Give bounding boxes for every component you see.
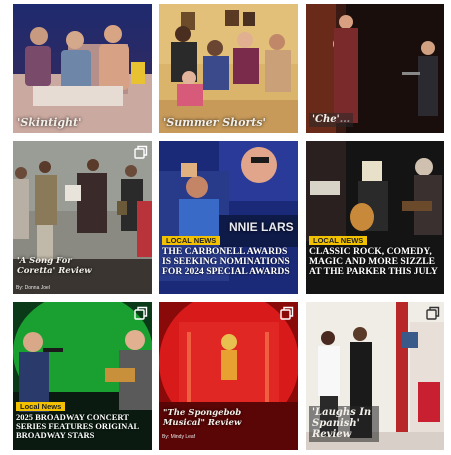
post-image-summer-shorts [159,4,298,133]
post-tile-che[interactable]: 'Che'... [306,4,444,133]
post-caption: 'Laughs In Spanish' Review [309,406,379,442]
post-tile-laughs-in-spanish[interactable]: 'Laughs In Spanish' Review [306,302,444,450]
post-image-skintight [13,4,152,133]
post-tile-broadway-concert[interactable]: Local News 2025 BROADWAY CONCERT SERIES … [13,302,152,450]
post-byline: By: Mindy Leaf [162,434,196,440]
local-news-badge: LOCAL NEWS [309,236,368,245]
post-tile-classic-rock[interactable]: LOCAL NEWS CLASSIC ROCK, COMEDY, MAGIC A… [306,141,444,294]
post-bg-text: NNIE LARS [229,220,294,234]
post-byline: By: Donna Joel [16,285,50,291]
post-caption: 'A Song For Coretta' Review [17,256,92,276]
local-news-badge: Local News [16,402,66,411]
multiple-images-icon [280,306,294,320]
post-tile-carbonell-awards[interactable]: NNIE LARS LOCAL NEWS THE CARBONELL AWARD… [159,141,298,294]
post-caption-title: 'Che' [312,114,340,125]
multiple-images-icon [134,306,148,320]
multiple-images-icon [426,306,440,320]
post-tile-spongebob-musical[interactable]: "The Spongebob Musical" Review By: Mindy… [159,302,298,450]
post-headline: THE CARBONELL AWARDS IS SEEKING NOMINATI… [162,246,290,277]
post-caption-suffix: ... [339,114,351,125]
local-news-badge: LOCAL NEWS [162,236,221,245]
post-caption: 'Summer Shorts' [163,116,266,129]
post-caption: "The Spongebob Musical" Review [163,408,242,428]
post-caption: 'Che'... [309,113,354,127]
post-headline: CLASSIC ROCK, COMEDY, MAGIC AND MORE SIZ… [309,246,438,277]
post-tile-summer-shorts[interactable]: 'Summer Shorts' [159,4,298,133]
multiple-images-icon [134,145,148,159]
post-headline: 2025 BROADWAY CONCERT SERIES FEATURES OR… [16,412,139,440]
post-tile-song-for-coretta[interactable]: 'A Song For Coretta' Review By: Donna Jo… [13,141,152,294]
post-caption: 'Skintight' [17,116,82,129]
post-tile-skintight[interactable]: 'Skintight' [13,4,152,133]
instagram-post-grid: 'Skintight' 'Summer Shorts' 'Che'... 'A … [0,0,451,455]
